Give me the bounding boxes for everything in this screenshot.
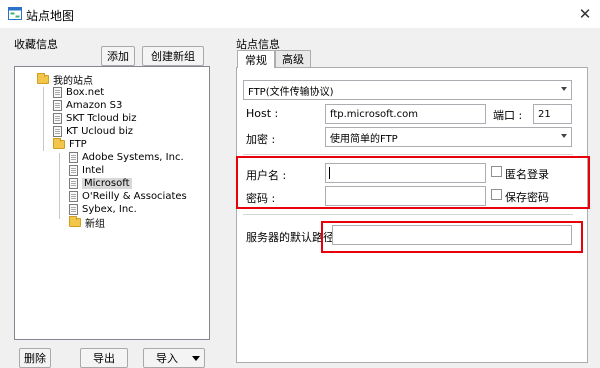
close-icon: ✕ [578, 5, 592, 23]
export-button[interactable]: 导出 [80, 348, 128, 368]
chevron-down-icon [561, 87, 567, 91]
tree-item-label: Adobe Systems, Inc. [82, 151, 184, 163]
highlight-box-default-path [321, 221, 583, 253]
delete-button[interactable]: 删除 [19, 348, 51, 368]
divider [243, 154, 573, 155]
tree-item-amazon-s3[interactable]: Amazon S3 [53, 98, 122, 112]
host-value: ftp.microsoft.com [330, 108, 418, 120]
chevron-down-icon [561, 134, 567, 138]
port-value: 21 [538, 108, 551, 120]
highlight-box-credentials [236, 156, 590, 209]
add-button[interactable]: 添加 [101, 46, 135, 66]
favorites-section-label: 收藏信息 [14, 38, 58, 51]
site-icon [69, 177, 78, 189]
protocol-value: FTP(文件传输协议) [248, 86, 334, 98]
tree-item-label: SKT Tcloud biz [66, 112, 137, 124]
divider [243, 214, 573, 215]
dropdown-arrow-icon [192, 356, 200, 361]
site-icon [53, 125, 62, 137]
encrypt-select[interactable]: 使用简单的FTP [325, 127, 572, 147]
tree-item-kt-ucloud[interactable]: KT Ucloud biz [53, 124, 133, 138]
import-button-label: 导入 [156, 352, 178, 365]
tree-new-group-folder[interactable]: 新组 [69, 215, 105, 230]
site-icon [53, 86, 62, 98]
site-icon [53, 99, 62, 111]
folder-icon [37, 72, 49, 84]
host-label: Host : [246, 107, 279, 120]
tree-guide-line [43, 87, 44, 151]
import-button[interactable]: 导入 [143, 348, 205, 368]
site-icon [69, 190, 78, 202]
encrypt-label: 加密 : [246, 133, 276, 146]
tree-item-box-net[interactable]: Box.net [53, 85, 104, 99]
site-icon [69, 203, 78, 215]
folder-icon [69, 215, 81, 227]
tree-item-label: Amazon S3 [66, 99, 123, 111]
tree-root-folder[interactable]: 我的站点 [37, 72, 93, 87]
site-icon [69, 151, 78, 163]
tree-ftp-folder[interactable]: FTP [53, 137, 87, 151]
site-icon [69, 164, 78, 176]
host-input[interactable]: ftp.microsoft.com [325, 104, 486, 124]
folder-icon [53, 137, 65, 149]
site-map-icon [8, 7, 22, 20]
tree-item-label: Box.net [66, 86, 105, 98]
tree-item-microsoft[interactable]: Microsoft [69, 176, 132, 190]
tree-guide-line [59, 153, 60, 219]
tree-item-skt-tcloud[interactable]: SKT Tcloud biz [53, 111, 136, 125]
site-tree[interactable]: 我的站点 Box.net Amazon S3 SKT Tcloud biz KT… [14, 66, 210, 340]
tree-item-label: FTP [69, 138, 87, 150]
tab-advanced[interactable]: 高级 [275, 50, 311, 67]
protocol-select[interactable]: FTP(文件传输协议) [243, 80, 572, 100]
encrypt-value: 使用简单的FTP [330, 133, 398, 145]
tree-item-intel[interactable]: Intel [69, 163, 104, 177]
create-group-button[interactable]: 创建新组 [142, 46, 204, 66]
tree-item-label: Sybex, Inc. [82, 203, 137, 215]
tree-item-label: 新组 [85, 218, 105, 230]
tree-item-label: KT Ucloud biz [66, 125, 134, 137]
tab-general[interactable]: 常规 [237, 50, 275, 68]
tree-item-adobe[interactable]: Adobe Systems, Inc. [69, 150, 184, 164]
title-bar: 站点地图 ✕ [0, 0, 600, 28]
port-label: 端口 : [493, 109, 523, 122]
window-title: 站点地图 [26, 9, 75, 23]
site-icon [53, 112, 62, 124]
tree-item-label: O'Reilly & Associates [82, 190, 187, 202]
tree-item-label: Intel [82, 164, 105, 176]
port-input[interactable]: 21 [533, 104, 572, 124]
tree-item-oreilly[interactable]: O'Reilly & Associates [69, 189, 187, 203]
close-button[interactable]: ✕ [570, 0, 600, 28]
tree-item-label: Microsoft [82, 177, 132, 189]
